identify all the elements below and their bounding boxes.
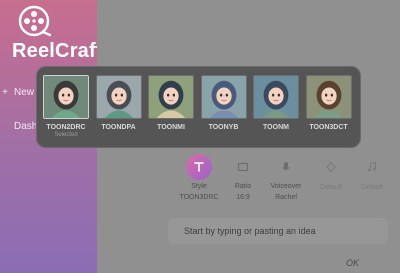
style-option-label: TOONM: [263, 124, 289, 131]
music-tool[interactable]: Default: [347, 154, 397, 191]
style-option[interactable]: TOONDPA: [94, 75, 144, 131]
voiceover-tool[interactable]: Voiceover Rachel: [261, 154, 311, 201]
portrait-image: [96, 76, 141, 118]
style-tool-label: Style: [191, 183, 207, 190]
style-thumbnail: [148, 75, 194, 119]
style-thumbnail: [253, 75, 299, 119]
style-option-label: TOON2DRC: [46, 124, 86, 131]
style-option[interactable]: TOON2DRC Selected: [41, 75, 91, 138]
film-reel-icon: [18, 5, 51, 37]
style-tool-value: TOON3DRC: [179, 194, 219, 201]
portrait-image: [44, 76, 88, 118]
style-option-label: TOON3DCT: [309, 124, 348, 131]
plus-icon: +: [2, 86, 8, 98]
portrait-image: [254, 76, 298, 118]
style-option-label: TOONMI: [157, 124, 185, 131]
style-picker-popover: TOON2DRC Selected TOONDPA TOONMI TOONYB TOONM…: [36, 66, 361, 148]
portrait-image: [306, 76, 351, 118]
style-option[interactable]: TOON3DCT: [304, 75, 354, 131]
text-style-icon[interactable]: [186, 154, 212, 180]
style-thumbnail: [43, 75, 89, 119]
effects-icon[interactable]: [318, 154, 344, 180]
style-thumbnail: [95, 75, 142, 119]
style-thumbnail: [305, 75, 352, 119]
music-tool-value: Default: [360, 184, 384, 191]
brand-name: ReelCraft: [12, 40, 103, 62]
voiceover-tool-value: Rachel: [275, 194, 297, 201]
style-option-label: TOONDPA: [101, 124, 136, 131]
aspect-ratio-icon[interactable]: [230, 154, 256, 180]
style-option-label: TOONYB: [208, 124, 239, 131]
voiceover-tool-label: Voiceover: [270, 183, 302, 190]
style-option[interactable]: TOONM: [251, 75, 301, 131]
portrait-image: [201, 76, 246, 118]
ok-button[interactable]: OK: [346, 258, 359, 268]
style-option-status: Selected: [54, 132, 78, 138]
idea-prompt-input[interactable]: [168, 218, 388, 244]
style-option[interactable]: TOONMI: [146, 75, 196, 131]
style-option[interactable]: TOONYB: [199, 75, 249, 131]
music-icon[interactable]: [359, 154, 385, 180]
style-tool[interactable]: Style TOON3DRC: [174, 154, 224, 201]
portrait-image: [149, 76, 193, 118]
microphone-icon[interactable]: [273, 154, 299, 180]
style-thumbnail: [200, 75, 247, 119]
